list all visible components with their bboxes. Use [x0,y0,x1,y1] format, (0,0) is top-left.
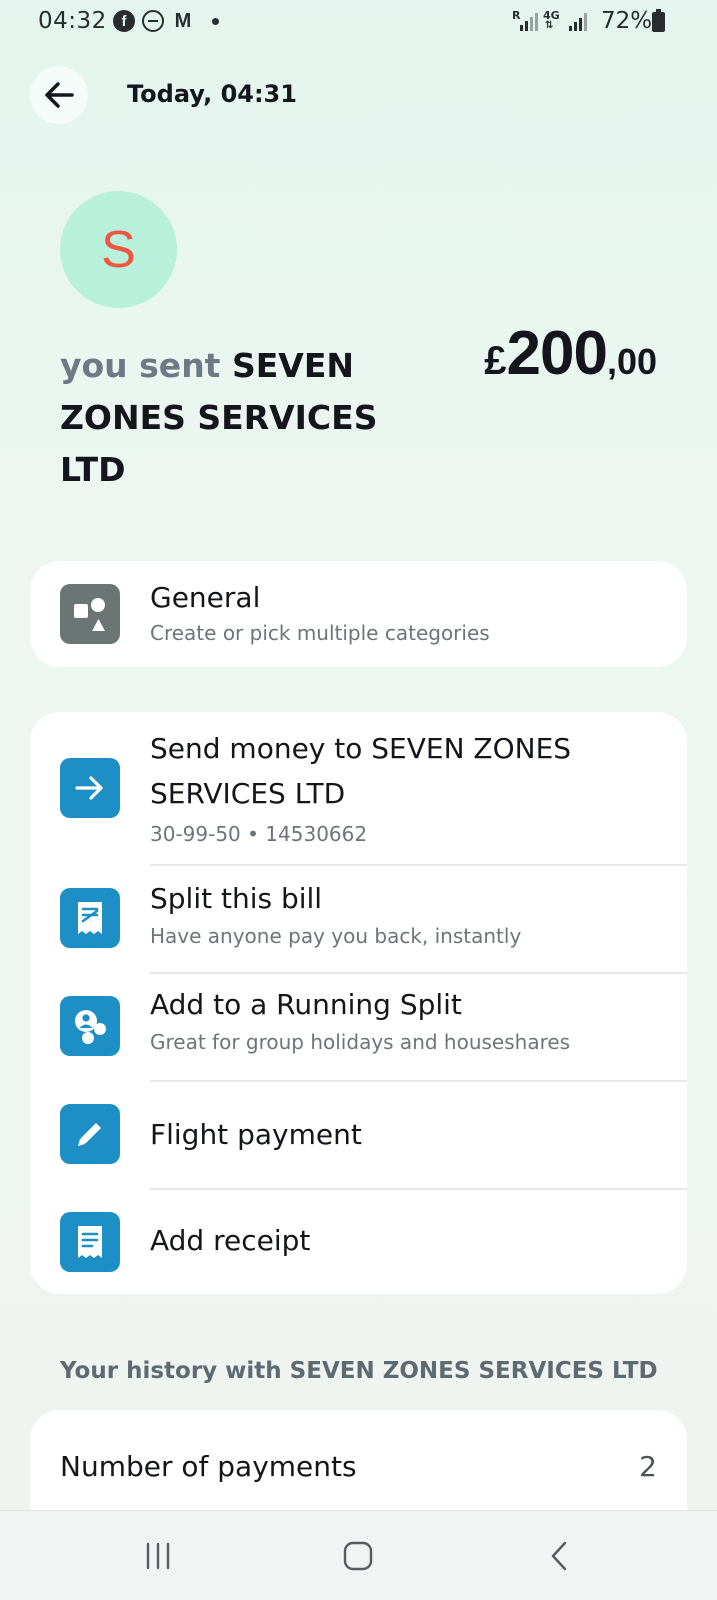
running-split-row[interactable]: Add to a Running Split Great for group h… [30,974,687,1080]
chevron-left-icon [551,1541,567,1571]
gmail-icon: M [174,9,192,32]
group-icon [60,996,120,1056]
send-money-title: Send money to SEVEN ZONES SERVICES LTD [150,732,572,810]
add-receipt-row[interactable]: Add receipt [30,1190,687,1294]
battery-percent: 72% [601,8,653,34]
status-time: 04:32 [38,8,107,34]
flight-payment-row[interactable]: Flight payment [30,1082,687,1188]
amount-main: 200 [506,319,608,388]
category-subtitle: Create or pick multiple categories [150,621,490,645]
split-bill-icon [60,888,120,948]
split-bill-title: Split this bill [150,882,323,915]
facebook-icon: f [113,10,135,32]
receipt-icon [60,1212,120,1272]
page-title: Today, 04:31 [127,80,297,108]
battery-icon [652,9,665,32]
arrow-left-icon [45,82,74,108]
do-not-disturb-icon [142,10,164,32]
split-bill-row[interactable]: Split this bill Have anyone pay you back… [30,866,687,972]
nav-back-button[interactable] [530,1531,590,1581]
flight-payment-title: Flight payment [150,1118,362,1151]
home-icon [343,1541,373,1571]
category-card[interactable]: General Create or pick multiple categori… [30,561,687,667]
category-title: General [150,581,261,614]
navigation-bar [0,1510,717,1600]
amount-decimal: ,00 [606,341,657,382]
recent-apps-icon [146,1542,170,1570]
arrow-right-icon [60,758,120,818]
send-money-row[interactable]: Send money to SEVEN ZONES SERVICES LTD 3… [30,712,687,864]
running-split-subtitle: Great for group holidays and houseshares [150,1030,571,1054]
signal-icon-4g: 4G ⇅ [543,9,591,33]
payments-count-label: Number of payments [60,1450,357,1483]
send-money-account: 30-99-50 • 14530662 [150,822,368,846]
status-bar: 04:32 f M R 4G ⇅ 72% [0,0,717,44]
back-button[interactable] [30,66,88,124]
merchant-avatar: S [60,191,177,308]
avatar-initial: S [101,220,136,279]
running-split-title: Add to a Running Split [150,988,462,1021]
amount-currency: £ [484,339,507,383]
sent-prefix: you sent [60,346,221,385]
add-receipt-title: Add receipt [150,1224,311,1257]
history-title: Your history with SEVEN ZONES SERVICES L… [60,1358,658,1384]
signal-icon-roaming: R [512,9,538,33]
payments-count-value: 2 [639,1450,657,1483]
pencil-icon [60,1104,120,1164]
shapes-icon [60,584,120,644]
actions-card: Send money to SEVEN ZONES SERVICES LTD 3… [30,712,687,1294]
home-button[interactable] [328,1531,388,1581]
split-bill-subtitle: Have anyone pay you back, instantly [150,924,522,948]
transaction-amount: £ 200 ,00 [484,318,657,389]
transaction-description: you sent SEVEN ZONES SERVICES LTD [60,340,380,496]
more-notifications-icon [204,10,226,32]
recent-apps-button[interactable] [128,1531,188,1581]
